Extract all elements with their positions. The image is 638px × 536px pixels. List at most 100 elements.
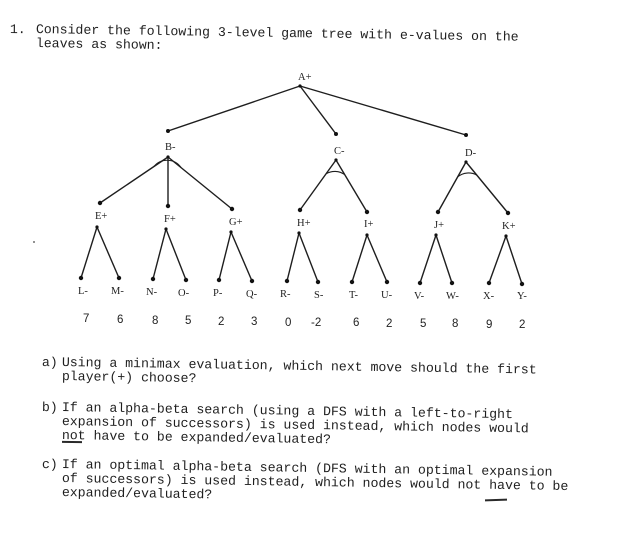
node-label-H: H+ — [297, 218, 311, 229]
node-anchor-F — [164, 227, 168, 231]
leaf-label-Q: Q- — [246, 289, 258, 300]
leaf-value-N: 8 — [152, 315, 158, 327]
edge-J-V — [419, 234, 437, 284]
node-label-F: F+ — [164, 214, 176, 225]
node-label-E: E+ — [95, 211, 107, 222]
node-dot-F — [165, 203, 171, 209]
leaf-dot-S — [315, 279, 321, 285]
node-labels: A+ B- C- D- E+ F+ G+ H+ I+ J+ K+ L- M- N- O- P- Q- R- S- T-… — [78, 72, 527, 302]
node-anchor-J — [434, 233, 438, 237]
leaf-label-V: V- — [414, 291, 425, 302]
node-dot-A — [298, 84, 302, 88]
leaf-label-M: M- — [111, 286, 124, 297]
leaf-value-S: -2 — [311, 317, 321, 329]
leaf-label-O: O- — [178, 288, 190, 299]
node-label-B: B- — [165, 142, 176, 153]
node-dot-E — [97, 200, 103, 206]
edge-C-I — [335, 159, 368, 213]
node-label-J: J+ — [434, 220, 444, 231]
leaf-dot-U — [384, 279, 390, 285]
edge-A-D — [299, 85, 467, 136]
leaf-value-T: 6 — [353, 317, 359, 329]
node-dot-B — [166, 129, 170, 133]
node-dot-D — [464, 133, 468, 137]
edge-D-K — [465, 161, 509, 214]
edge-E-M — [96, 226, 120, 279]
node-anchor-C — [334, 158, 338, 162]
edge-K-Y — [505, 235, 523, 285]
node-label-C: C- — [334, 146, 345, 157]
node-dot-J — [435, 209, 441, 215]
leaf-dot-R — [284, 278, 290, 284]
edge-H-S — [298, 232, 319, 283]
edge-B-G — [167, 156, 233, 210]
node-dot-H — [297, 207, 303, 213]
edge-E-L — [80, 226, 98, 279]
leaf-label-S: S- — [314, 290, 324, 301]
node-dot-G — [229, 206, 235, 212]
node-label-K: K+ — [502, 221, 516, 232]
edge-B-E — [99, 156, 169, 204]
edge-J-W — [435, 234, 453, 284]
node-anchor-K — [504, 234, 508, 238]
subquestion-c-line-3: expanded/evaluated? — [61, 485, 213, 503]
underline-mark-b-not — [61, 440, 83, 444]
edge-H-R — [286, 232, 300, 282]
leaf-dot-O — [183, 277, 189, 283]
node-anchor-D — [464, 160, 468, 164]
leaf-dot-X — [486, 280, 492, 286]
node-dots — [78, 84, 525, 287]
leaf-dot-P — [216, 277, 222, 283]
edge-A-C — [299, 85, 337, 135]
leaf-dot-T — [349, 279, 355, 285]
subquestion-label-b: b) — [41, 400, 58, 416]
leaf-label-Y: Y- — [517, 291, 527, 302]
subquestion-label-c: c) — [41, 457, 58, 473]
edge-G-Q — [230, 231, 253, 282]
node-anchor-I — [365, 233, 369, 237]
node-dot-I — [364, 209, 370, 215]
edge-G-P — [218, 231, 232, 281]
subquestion-label-a: a) — [41, 355, 58, 371]
leaf-label-T: T- — [349, 290, 358, 301]
leaf-label-W: W- — [446, 291, 459, 302]
scan-speck — [33, 241, 35, 243]
leaf-label-N: N- — [146, 287, 158, 298]
leaf-value-M: 6 — [117, 314, 123, 326]
min-arc-C — [325, 170, 346, 176]
leaf-label-L: L- — [78, 286, 88, 297]
subquestion-a-line-2: player(+) choose? — [61, 369, 197, 387]
edge-K-X — [488, 235, 507, 284]
node-label-A: A+ — [298, 72, 312, 83]
leaf-label-X: X- — [483, 291, 495, 302]
leaf-value-W: 8 — [452, 318, 458, 330]
edge-I-U — [366, 234, 388, 283]
node-dot-C — [334, 132, 338, 136]
edge-D-J — [437, 161, 467, 213]
leaf-value-Y: 2 — [519, 319, 525, 331]
tree-edges — [80, 85, 523, 285]
leaf-values: 7 6 8 5 2 3 0 -2 6 2 5 8 9 2 — [83, 313, 525, 331]
edge-F-O — [165, 228, 187, 281]
node-dot-K — [505, 210, 511, 216]
node-anchor-H — [297, 231, 301, 235]
min-arc-D — [457, 172, 478, 178]
leaf-value-P: 2 — [218, 316, 224, 328]
leaf-value-V: 5 — [420, 318, 426, 330]
leaf-label-R: R- — [280, 289, 291, 300]
leaf-dot-W — [449, 280, 455, 286]
leaf-value-R: 0 — [285, 317, 291, 329]
node-anchor-B — [166, 155, 170, 159]
edge-F-N — [152, 228, 167, 280]
leaf-dot-Y — [519, 281, 525, 287]
leaf-value-O: 5 — [185, 315, 191, 327]
node-label-G: G+ — [229, 217, 243, 228]
node-anchor-E — [95, 225, 99, 229]
game-tree-diagram: A+ B- C- D- E+ F+ G+ H+ I+ J+ K+ L- M- N- O- P- Q- R- S- T-… — [33, 72, 527, 331]
edge-I-T — [351, 234, 368, 283]
leaf-value-L: 7 — [83, 313, 89, 325]
leaf-dot-V — [417, 280, 423, 286]
leaf-dot-M — [116, 275, 122, 281]
edge-A-B — [167, 85, 301, 132]
node-anchor-G — [229, 230, 233, 234]
